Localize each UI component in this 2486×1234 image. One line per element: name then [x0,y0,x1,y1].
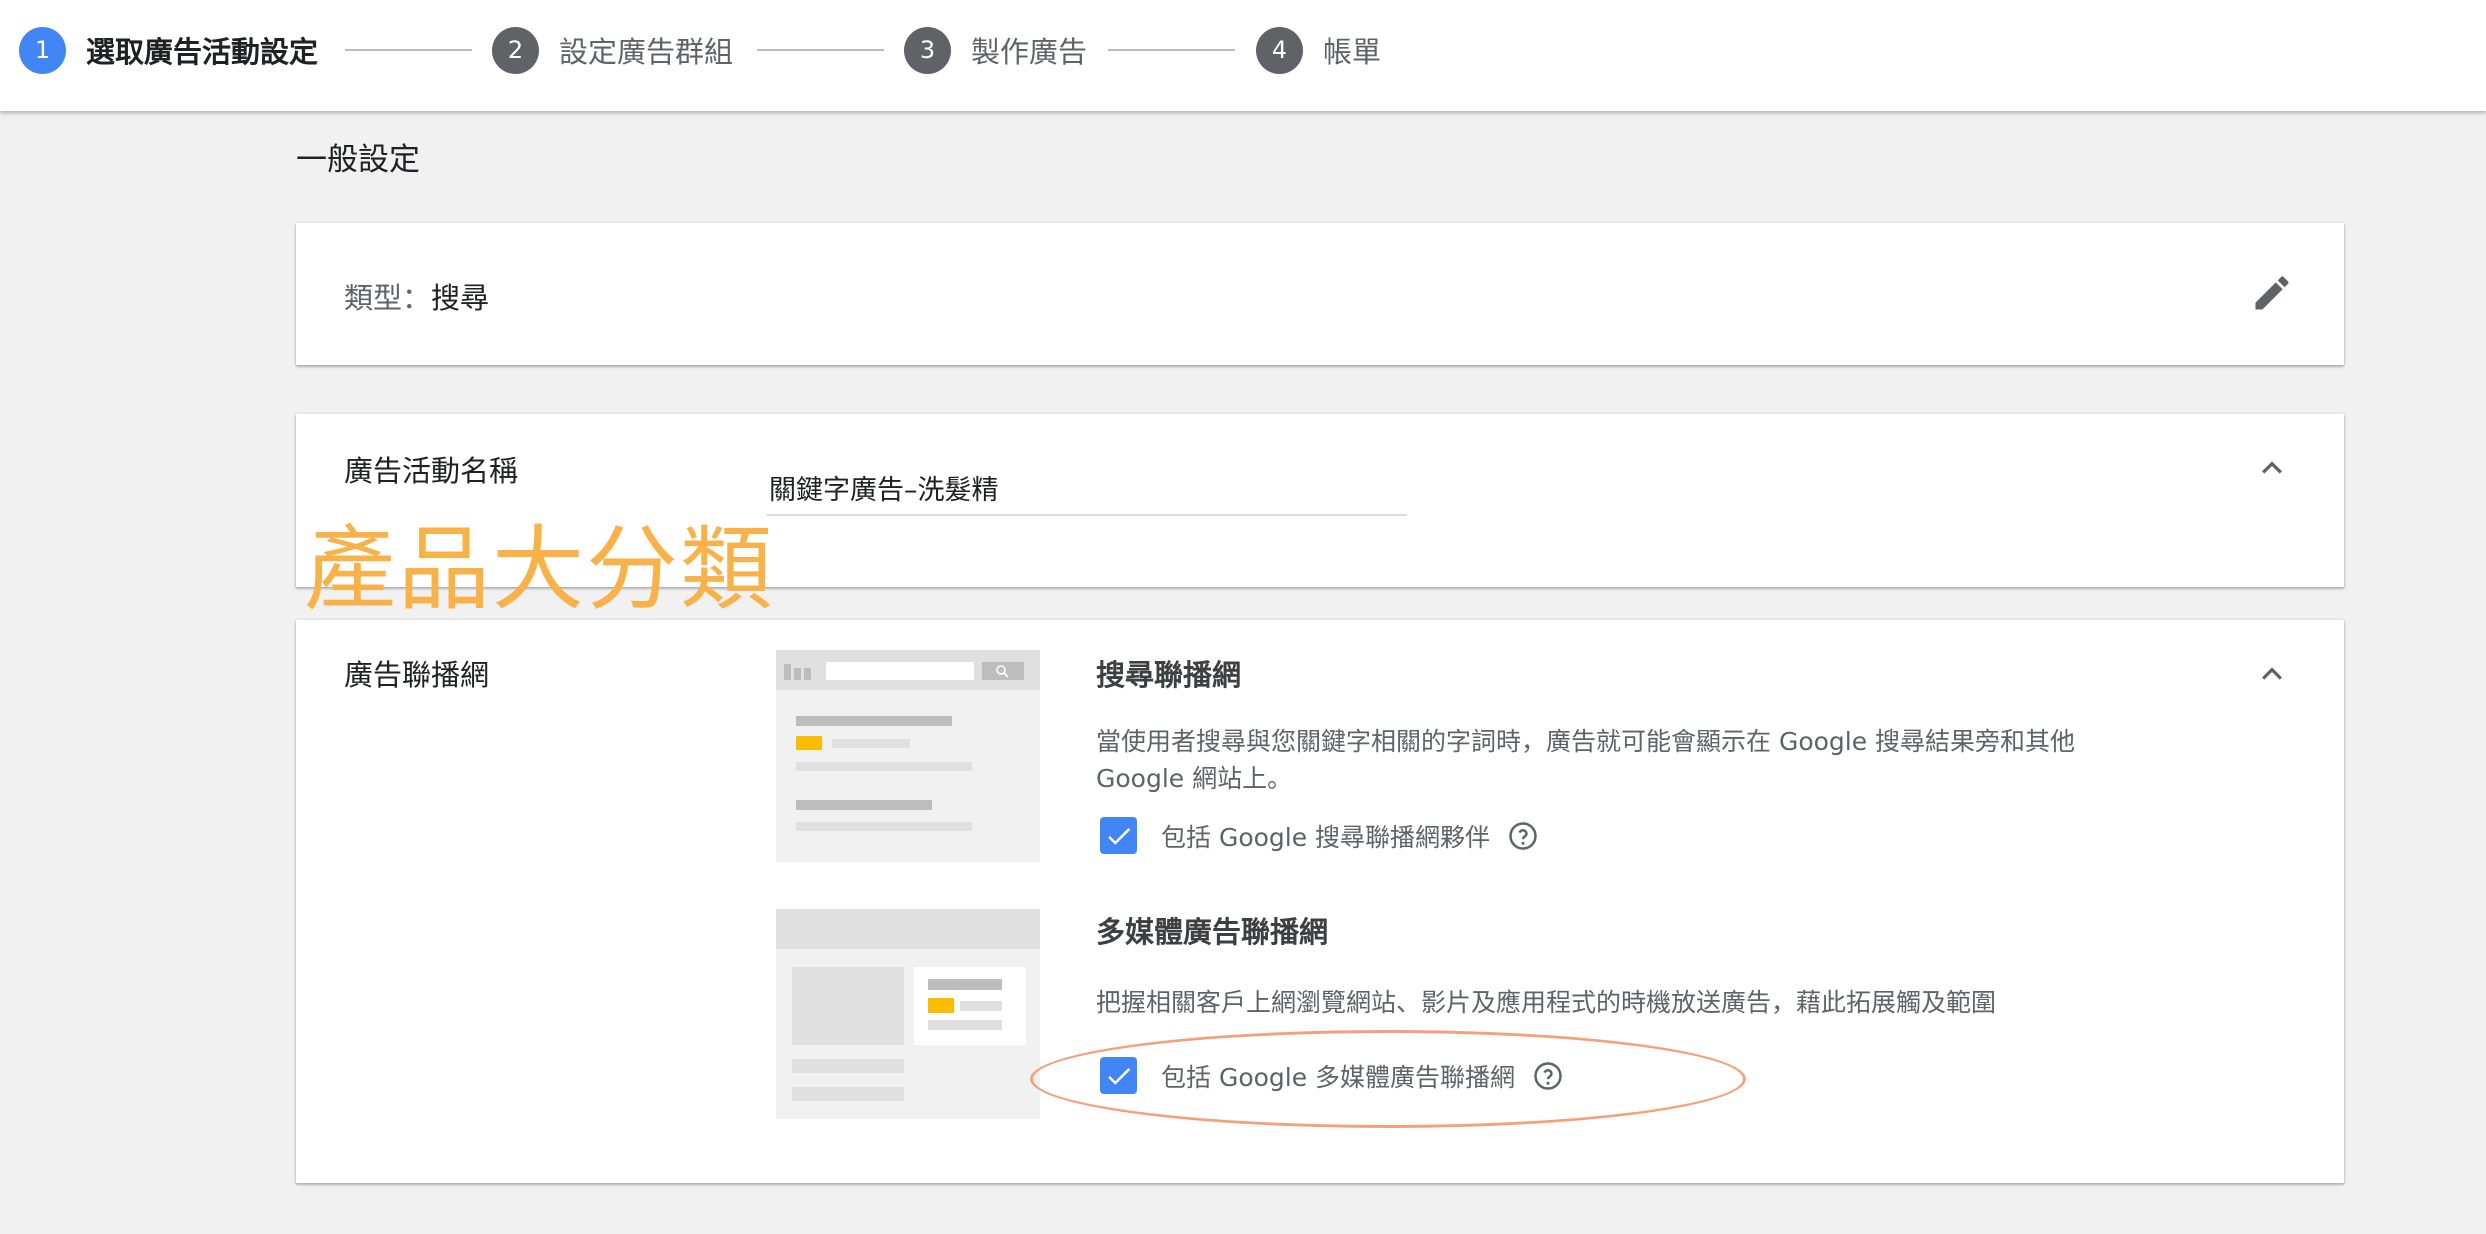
campaign-type-card: 類型：搜尋 [296,223,2344,365]
step-connector [1108,49,1235,51]
section-title: 一般設定 [296,142,420,178]
check-icon [1107,827,1130,845]
chevron-up-icon[interactable] [2252,654,2292,694]
step-3[interactable]: 3 製作廣告 [904,0,1087,100]
search-network-description: 當使用者搜尋與您關鍵字相關的字詞時，廣告就可能會顯示在 Google 搜尋結果旁… [1096,727,2076,793]
search-partners-label: 包括 Google 搜尋聯播網夥伴 [1161,822,1491,852]
campaign-type: 類型：搜尋 [344,275,489,317]
step-3-number: 3 [904,26,951,74]
step-2-label: 設定廣告群組 [559,35,734,69]
display-network-description: 把握相關客戶上網瀏覽網站、影片及應用程式的時機放送廣告，藉此拓展觸及範圍 [1096,988,1997,1017]
display-network-illustration [776,909,1040,1119]
campaign-type-value: 搜尋 [431,281,490,315]
search-partners-option: 包括 Google 搜尋聯播網夥伴 [1100,817,1538,854]
search-network-illustration [776,650,1040,862]
search-network-title: 搜尋聯播網 [1096,658,1242,692]
help-icon[interactable] [1508,821,1538,851]
pencil-icon[interactable] [2250,271,2294,315]
campaign-name-label: 廣告活動名稱 [344,454,519,488]
highlight-ellipse [1030,1030,1746,1128]
campaign-type-label: 類型： [344,281,432,315]
campaign-name-input[interactable]: 關鍵字廣告–洗髮精 [767,446,1407,516]
step-1[interactable]: 1 選取廣告活動設定 [19,0,318,100]
step-connector [757,49,884,51]
campaign-name-value: 關鍵字廣告–洗髮精 [769,475,999,506]
ad-network-label: 廣告聯播網 [344,658,490,692]
step-4[interactable]: 4 帳單 [1256,0,1381,100]
step-1-number: 1 [19,26,66,74]
step-2[interactable]: 2 設定廣告群組 [492,0,733,100]
step-4-number: 4 [1256,26,1303,74]
search-partners-checkbox[interactable] [1100,817,1137,854]
step-connector [345,49,472,51]
chevron-up-icon[interactable] [2252,448,2292,488]
campaign-stepper: 1 選取廣告活動設定 2 設定廣告群組 3 製作廣告 4 帳單 [0,0,2486,111]
step-2-number: 2 [492,26,539,74]
step-1-label: 選取廣告活動設定 [86,35,319,69]
step-4-label: 帳單 [1323,35,1382,69]
annotation-overlay: 產品大分類 [304,516,775,623]
step-3-label: 製作廣告 [971,35,1088,69]
display-network-title: 多媒體廣告聯播網 [1096,915,1329,949]
